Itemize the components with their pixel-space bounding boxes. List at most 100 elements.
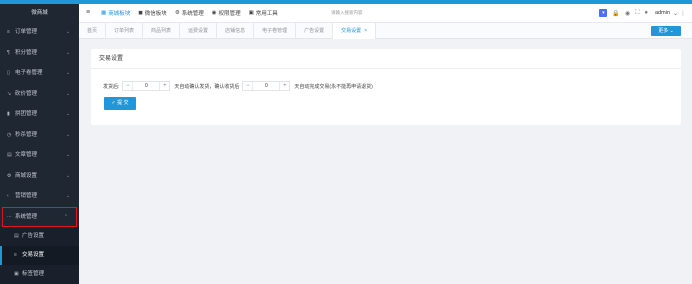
sidebar-item-label: 营销管理 [15,193,38,199]
gear-icon: ⚙ [174,10,180,16]
sidebar-item-label: 拼团管理 [15,111,38,117]
sidebar-item-system[interactable]: ⋯ 系统管理 ⌃ [2,206,77,227]
sidebar-subitem-label: 交易设置 [22,252,45,258]
points-icon: ¶ [7,49,10,56]
sidebar: 微商城 ≡ 订单管理 ⌄ ¶ 积分管理 ⌄ ▯ 电子卷管理 ⌄ ↘ 砍价管理 ⌄ ▮ 拼团… [0,4,79,284]
chevron-down-icon: ⌄ [669,28,674,34]
chevron-down-icon: ⌄ [65,131,70,138]
chevron-down-icon: ⌄ [65,49,70,56]
confirm-middle-label: 天自动确认发货，确认收货后 [174,83,240,90]
eye-icon[interactable]: ◉ [625,10,630,17]
topnav-wechat[interactable]: ◼ 微信板块 [138,9,167,17]
sidebar-item-label: 系统管理 [15,213,38,220]
sidebar-item-articles[interactable]: ▤ 文章管理 ⌄ [0,145,79,166]
chevron-down-icon: ⌄ [65,152,70,158]
chevron-down-icon: ⌄ [65,29,70,35]
sidebar-item-label: 积分管理 [15,49,38,56]
increment-button[interactable]: + [160,82,169,90]
chevron-down-icon[interactable]: ⌄ [673,10,678,17]
header-right-tools: ▾ 🔒 ◉ ⛶ ● admin ⌄ ⋮ [599,7,686,19]
complete-suffix-label: 天自动完成交易(永不能再申请退货) [294,83,373,90]
tab-product-list[interactable]: 商品列表 [143,23,181,39]
group-icon: ▮ [7,111,10,117]
tab-order-list[interactable]: 订单列表 [106,23,144,39]
card-title: 交易设置 [91,49,681,69]
tab-shipping-settings[interactable]: 运费设置 [180,23,218,39]
topnav-label: 系统管理 [181,11,204,17]
topnav-label: 商城板块 [108,11,131,17]
trade-settings-card: 交易设置 发货后: − 0 + 天自动确认发货，确认收货后 − 0 + 天自动完… [91,49,681,125]
sidebar-item-label: 文章管理 [15,152,38,158]
coupon-icon: ▯ [7,70,10,76]
increment-button[interactable]: + [280,82,289,90]
more-button-label: 更多 [658,28,669,34]
ad-icon: ▤ [14,233,19,239]
tab-store-info[interactable]: 店铺信息 [217,23,255,39]
shield-icon: ◉ [211,10,217,16]
menu-toggle-icon[interactable]: ≡ [86,9,90,17]
more-tabs-button[interactable]: 更多 ⌄ [651,26,681,36]
sidebar-item-label: 秒杀管理 [15,131,38,138]
share-icon: ‹ [7,193,9,199]
tab-trade-settings[interactable]: 交易设置 × [333,23,377,39]
dropdown-square-button[interactable]: ▾ [599,9,608,17]
sidebar-item-label: 砍价管理 [15,90,38,97]
sidebar-subitem-tags[interactable]: ▣ 标签管理 [0,265,79,284]
topnav-system[interactable]: ⚙ 系统管理 [175,9,204,17]
auto-confirm-row: 发货后: − 0 + 天自动确认发货，确认收货后 − 0 + 天自动完成交易(永… [103,81,373,91]
chevron-down-icon: ⌄ [65,90,70,97]
chevron-down-icon: ⌄ [65,70,70,76]
tab-ad-settings[interactable]: 广告设置 [296,23,334,39]
user-name[interactable]: admin [655,10,670,16]
decrement-button[interactable]: − [123,82,132,90]
sidebar-item-bargain[interactable]: ↘ 砍价管理 ⌄ [0,84,79,105]
settings-list-icon: ≡ [14,252,17,258]
topnav-permissions[interactable]: ◉ 权限管理 [212,9,241,17]
bargain-icon: ↘ [7,90,12,97]
decrement-button[interactable]: − [243,82,252,90]
tab-coupons[interactable]: 电子卷管理 [254,23,297,39]
sidebar-item-orders[interactable]: ≡ 订单管理 ⌄ [0,22,79,43]
chevron-down-icon: ⌄ [65,111,70,117]
sidebar-subitem-trade-settings[interactable]: ≡ 交易设置 [0,246,79,265]
toolbox-icon: ▣ [248,10,254,16]
sidebar-item-coupons[interactable]: ▯ 电子卷管理 ⌄ [0,63,79,84]
topnav-tools[interactable]: ▣ 常用工具 [249,9,278,17]
confirm-days-stepper: − 0 + [122,81,171,91]
topnav-mall[interactable]: ▦ 商城板块 [101,9,130,17]
clock-icon: ◷ [7,131,12,138]
grid-icon: ▦ [101,10,107,16]
confirm-days-input[interactable]: 0 [132,82,161,90]
topnav-label: 权限管理 [218,11,241,17]
sidebar-item-shop-settings[interactable]: ⚙ 商城设置 ⌄ [0,166,79,187]
chevron-up-icon: ⌃ [63,213,68,220]
sidebar-item-label: 商城设置 [15,172,38,179]
sidebar-item-points[interactable]: ¶ 积分管理 ⌄ [0,43,79,64]
header-search-input[interactable]: 请输入搜索内容 [331,10,363,16]
close-icon[interactable]: × [364,28,367,34]
sidebar-item-group-buy[interactable]: ▮ 拼团管理 ⌄ [0,104,79,125]
tab-home[interactable]: 首页 [79,23,107,39]
submit-button[interactable]: ✓ 提 交 [104,97,136,110]
app-logo-title: 微商城 [31,10,48,16]
complete-days-stepper: − 0 + [242,81,291,91]
topnav-label: 常用工具 [255,11,278,17]
tabs-bar: 首页 订单列表 商品列表 运费设置 店铺信息 电子卷管理 广告设置 交易设置 × … [79,23,692,39]
complete-days-input[interactable]: 0 [252,82,281,90]
sidebar-item-flash-sale[interactable]: ◷ 秒杀管理 ⌄ [0,125,79,146]
lock-icon[interactable]: 🔒 [612,10,619,17]
sidebar-item-marketing[interactable]: ‹ 营销管理 ⌄ [0,186,79,207]
top-header: ≡ ▦ 商城板块 ◼ 微信板块 ⚙ 系统管理 ◉ 权限管理 ▣ 常用工具 请输入搜索内容 … [79,4,692,23]
dots-icon: ⋯ [7,213,12,220]
topnav-label: 微信板块 [144,11,167,17]
list-icon: ≡ [7,29,10,35]
page-tabs: 首页 订单列表 商品列表 运费设置 店铺信息 电子卷管理 广告设置 交易设置 × [79,23,377,39]
sidebar-subitem-label: 标签管理 [22,271,45,277]
more-vertical-icon[interactable]: ⋮ [680,10,686,17]
chevron-down-icon: ⌄ [65,172,70,179]
ship-prefix-label: 发货后: [103,83,120,90]
gear-icon: ⚙ [7,172,12,179]
fullscreen-icon[interactable]: ⛶ [635,10,639,17]
sidebar-subitem-ad-settings[interactable]: ▤ 广告设置 [0,227,79,246]
chevron-down-icon: ⌄ [65,193,70,199]
